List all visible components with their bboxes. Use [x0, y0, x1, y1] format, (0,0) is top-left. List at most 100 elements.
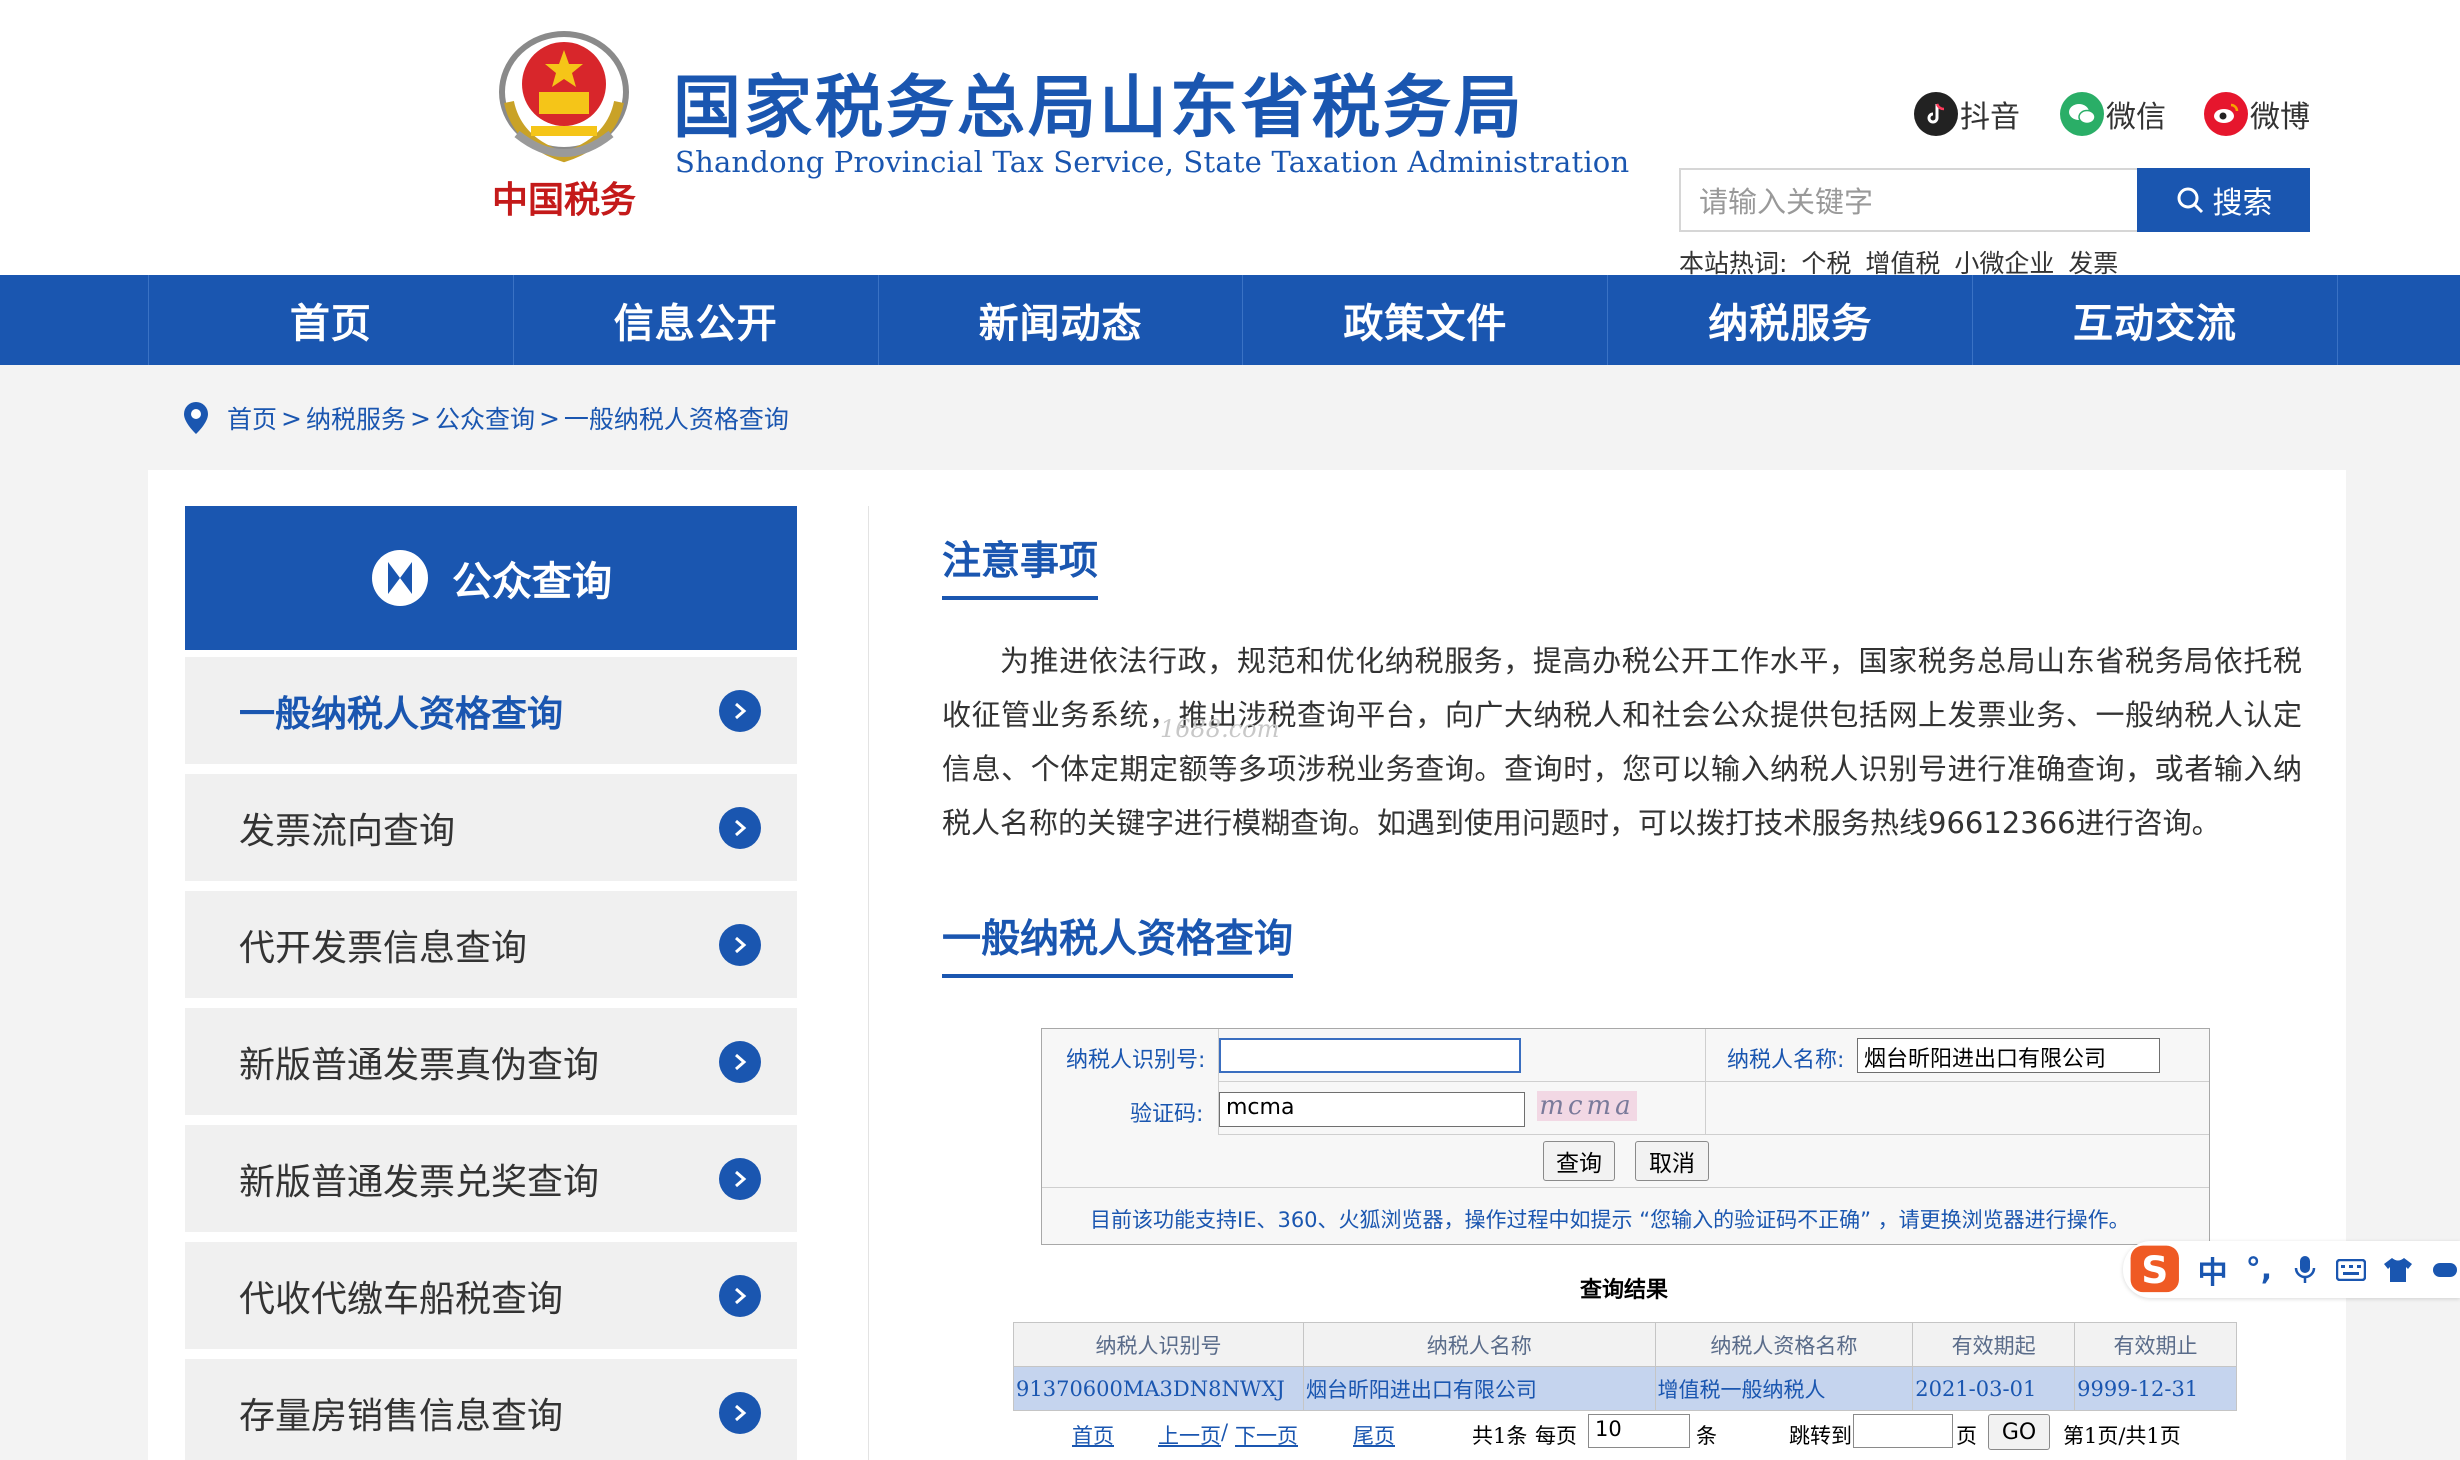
pager-slash: / [1221, 1420, 1229, 1444]
chevron-right-icon [719, 1275, 761, 1317]
skin-icon[interactable] [2382, 1252, 2414, 1288]
sidebar-item-label: 新版普通发票真伪查询 [239, 1044, 600, 1086]
sidebar-item-proxy-invoice[interactable]: 代开发票信息查询 [185, 891, 797, 998]
watermark: 1688.com [1160, 715, 1280, 743]
hot-word[interactable]: 个税 [1801, 249, 1851, 278]
nav-item-service[interactable]: 纳税服务 [1608, 275, 1974, 365]
column-divider [868, 506, 869, 1460]
sidebar-item-invoice-flow[interactable]: 发票流向查询 [185, 774, 797, 881]
hot-words-label: 本站热词: [1679, 249, 1788, 278]
page-info: 第1页/共1页 [2063, 1424, 2181, 1448]
sidebar-item-vehicle-tax[interactable]: 代收代缴车船税查询 [185, 1242, 797, 1349]
goto-unit: 页 [1956, 1424, 1977, 1448]
cell-taxpayer-id: 91370600MA3DN8NWXJ [1013, 1366, 1304, 1411]
column-header: 纳税人名称 [1302, 1322, 1656, 1367]
sidebar-item-invoice-lottery[interactable]: 新版普通发票兑奖查询 [185, 1125, 797, 1232]
go-button[interactable]: GO [1988, 1414, 2050, 1450]
nav-item-info[interactable]: 信息公开 [514, 275, 879, 365]
per-page-input[interactable]: 10 [1588, 1414, 1690, 1448]
chevron-right-icon [719, 1158, 761, 1200]
search-button[interactable]: 搜索 [2137, 168, 2310, 232]
notice-text: 为推进依法行政，规范和优化纳税服务，提高办税公开工作水平，国家税务总局山东省税务… [942, 644, 2302, 840]
per-page-label: 每页 [1535, 1424, 1577, 1448]
search-icon [2177, 187, 2203, 214]
captcha-image[interactable]: mcma [1537, 1091, 1637, 1121]
sidebar-item-label: 代开发票信息查询 [239, 927, 528, 969]
mic-icon[interactable] [2289, 1252, 2321, 1288]
table-row: 91370600MA3DN8NWXJ 烟台昕阳进出口有限公司 增值税一般纳税人 … [1013, 1366, 2237, 1411]
column-header: 有效期止 [2074, 1322, 2237, 1367]
douyin-link[interactable]: 抖音 [1914, 92, 2020, 136]
results-table: 纳税人识别号 纳税人名称 纳税人资格名称 有效期起 有效期止 91370600M… [1013, 1322, 2237, 1411]
sidebar-item-invoice-authenticity[interactable]: 新版普通发票真伪查询 [185, 1008, 797, 1115]
cell-taxpayer-name: 烟台昕阳进出口有限公司 [1302, 1366, 1656, 1411]
keyboard-icon[interactable] [2335, 1252, 2367, 1288]
per-page-unit: 条 [1696, 1424, 1717, 1448]
location-pin-icon [184, 402, 208, 434]
sidebar-item-general-taxpayer[interactable]: 一般纳税人资格查询 [185, 657, 797, 764]
douyin-label: 抖音 [1960, 100, 2020, 135]
chevron-right-icon [719, 1392, 761, 1434]
cancel-button[interactable]: 取消 [1635, 1141, 1709, 1181]
last-page-link[interactable]: 尾页 [1353, 1420, 1395, 1450]
emblem-lettering: 中国税务 [492, 179, 636, 221]
wechat-icon [2060, 92, 2104, 136]
sidebar-item-label: 存量房销售信息查询 [239, 1395, 564, 1437]
game-icon[interactable] [2428, 1252, 2460, 1288]
browser-support-note: 目前该功能支持IE、360、火狐浏览器，操作过程中如提示 “您输入的验证码不正确… [1090, 1208, 2130, 1232]
nav-item-news[interactable]: 新闻动态 [879, 275, 1244, 365]
nav-item-interaction[interactable]: 互动交流 [1973, 275, 2338, 365]
cell-valid-to: 9999-12-31 [2074, 1366, 2237, 1411]
query-title: 一般纳税人资格查询 [942, 908, 1294, 978]
nav-item-home[interactable]: 首页 [149, 275, 514, 365]
nav-item-policy[interactable]: 政策文件 [1243, 275, 1609, 365]
sogou-logo-icon[interactable]: S [2127, 1237, 2183, 1299]
hot-word[interactable]: 发票 [2068, 249, 2118, 278]
prev-page-link[interactable]: 上一页 [1158, 1420, 1221, 1450]
chevron-right-icon [719, 924, 761, 966]
ime-toolbar: S 中 °, [2123, 1241, 2460, 1298]
goto-page-input[interactable] [1853, 1414, 1953, 1448]
cell-qualification: 增值税一般纳税人 [1654, 1366, 1914, 1411]
breadcrumb-home[interactable]: 首页 [227, 400, 277, 436]
ime-chinese-mode[interactable]: 中 [2197, 1252, 2229, 1291]
breadcrumb-service[interactable]: 纳税服务 [306, 400, 406, 436]
taxpayer-id-label: 纳税人识别号: [1066, 1048, 1206, 1073]
pagination: 首页 上一页 / 下一页 尾页 共1条 每页 10 条 跳转到 页 GO 第1页… [1013, 1412, 2237, 1452]
results-title: 查询结果 [1580, 1277, 1669, 1303]
sogou-logo-letter: S [2141, 1248, 2168, 1292]
hot-word[interactable]: 小微企业 [1954, 249, 2054, 278]
breadcrumb-public-query[interactable]: 公众查询 [435, 400, 535, 436]
column-header: 纳税人资格名称 [1654, 1322, 1914, 1367]
weibo-icon [2204, 92, 2248, 136]
hot-word[interactable]: 增值税 [1865, 249, 1940, 278]
submit-query-button[interactable]: 查询 [1543, 1141, 1615, 1181]
sidebar-item-label: 代收代缴车船税查询 [239, 1278, 564, 1320]
taxpayer-name-input[interactable]: 烟台昕阳进出口有限公司 [1857, 1038, 2160, 1073]
next-page-link[interactable]: 下一页 [1235, 1420, 1298, 1450]
first-page-link[interactable]: 首页 [1072, 1420, 1114, 1450]
query-logo-icon [372, 550, 428, 606]
captcha-input[interactable]: mcma [1219, 1092, 1525, 1127]
goto-label: 跳转到 [1789, 1424, 1852, 1448]
chevron-right-icon [719, 1041, 761, 1083]
sidebar-header: 公众查询 [185, 506, 797, 650]
breadcrumb-current[interactable]: 一般纳税人资格查询 [564, 400, 789, 436]
column-header: 有效期起 [1912, 1322, 2076, 1367]
captcha-label: 验证码: [1130, 1102, 1204, 1127]
total-count: 共1条 [1472, 1424, 1528, 1448]
notice-title: 注意事项 [942, 530, 1099, 600]
main-nav: 首页 信息公开 新闻动态 政策文件 纳税服务 互动交流 [0, 275, 2460, 365]
search-input[interactable]: 请输入关键字 [1679, 168, 2139, 232]
sidebar-item-housing-sales[interactable]: 存量房销售信息查询 [185, 1359, 797, 1460]
weibo-link[interactable]: 微博 [2204, 92, 2310, 136]
douyin-icon [1914, 92, 1958, 136]
ime-punctuation[interactable]: °, [2243, 1252, 2275, 1288]
chevron-right-icon [719, 690, 761, 732]
weibo-label: 微博 [2250, 100, 2310, 135]
chevron-right-icon [719, 807, 761, 849]
wechat-link[interactable]: 微信 [2060, 92, 2166, 136]
taxpayer-id-input[interactable] [1219, 1038, 1521, 1073]
tax-emblem-logo[interactable]: 中国税务 [487, 22, 642, 222]
taxpayer-name-label: 纳税人名称: [1727, 1048, 1845, 1073]
